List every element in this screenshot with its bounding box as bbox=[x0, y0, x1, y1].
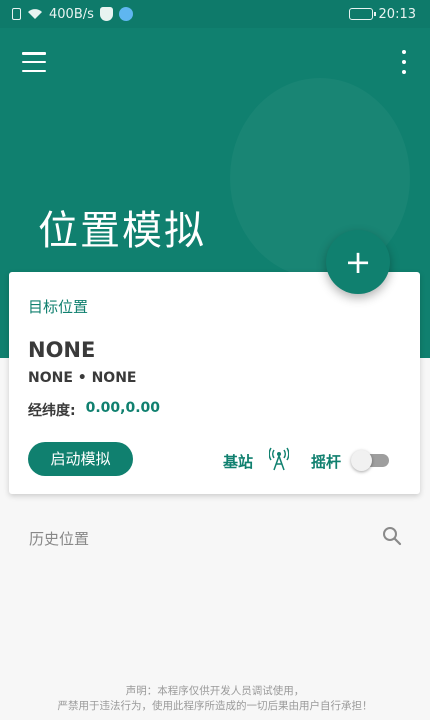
more-vert-icon[interactable] bbox=[400, 50, 408, 74]
sim-icon bbox=[12, 8, 21, 20]
status-right: 20:13 bbox=[348, 6, 416, 22]
disclaimer: 声明：本程序仅供开发人员调试使用， 严禁用于违法行为，使用此程序所造成的一切后果… bbox=[0, 684, 430, 714]
start-simulation-button[interactable]: 启动模拟 bbox=[28, 442, 133, 476]
joystick-toggle[interactable] bbox=[351, 450, 389, 471]
disclaimer-line-1: 声明：本程序仅供开发人员调试使用， bbox=[125, 685, 305, 697]
vpn-icon bbox=[118, 7, 133, 21]
status-bar: 400B/s 20:13 bbox=[0, 0, 430, 28]
shield-icon bbox=[99, 7, 113, 21]
status-left: 400B/s bbox=[12, 7, 133, 22]
coordinate-label: 经纬度: bbox=[28, 403, 76, 419]
coordinate-row: 经纬度: 0.00,0.00 bbox=[28, 400, 160, 420]
add-location-button[interactable]: + bbox=[326, 230, 390, 294]
disclaimer-line-2: 严禁用于违法行为，使用此程序所造成的一切后果由用户自行承担！ bbox=[57, 700, 373, 712]
search-icon[interactable] bbox=[382, 526, 402, 546]
location-name: NONE bbox=[28, 338, 96, 362]
status-time: 20:13 bbox=[378, 6, 416, 22]
base-station-label[interactable]: 基站 bbox=[223, 451, 253, 472]
location-subtitle: NONE • NONE bbox=[28, 370, 137, 386]
joystick-label: 摇杆 bbox=[311, 453, 342, 471]
menu-icon[interactable] bbox=[22, 52, 46, 72]
history-label: 历史位置 bbox=[29, 530, 90, 548]
coordinate-value: 0.00,0.00 bbox=[85, 400, 161, 416]
battery-icon bbox=[348, 8, 376, 20]
target-location-card: 目标位置 NONE NONE • NONE 经纬度: 0.00,0.00 启动模… bbox=[9, 272, 420, 494]
card-title: 目标位置 bbox=[28, 298, 89, 316]
wifi-icon bbox=[28, 9, 42, 19]
antenna-icon[interactable] bbox=[269, 447, 289, 471]
page-title: 位置模拟 bbox=[38, 208, 206, 254]
network-speed: 400B/s bbox=[49, 6, 94, 22]
toggle-thumb bbox=[351, 450, 372, 471]
